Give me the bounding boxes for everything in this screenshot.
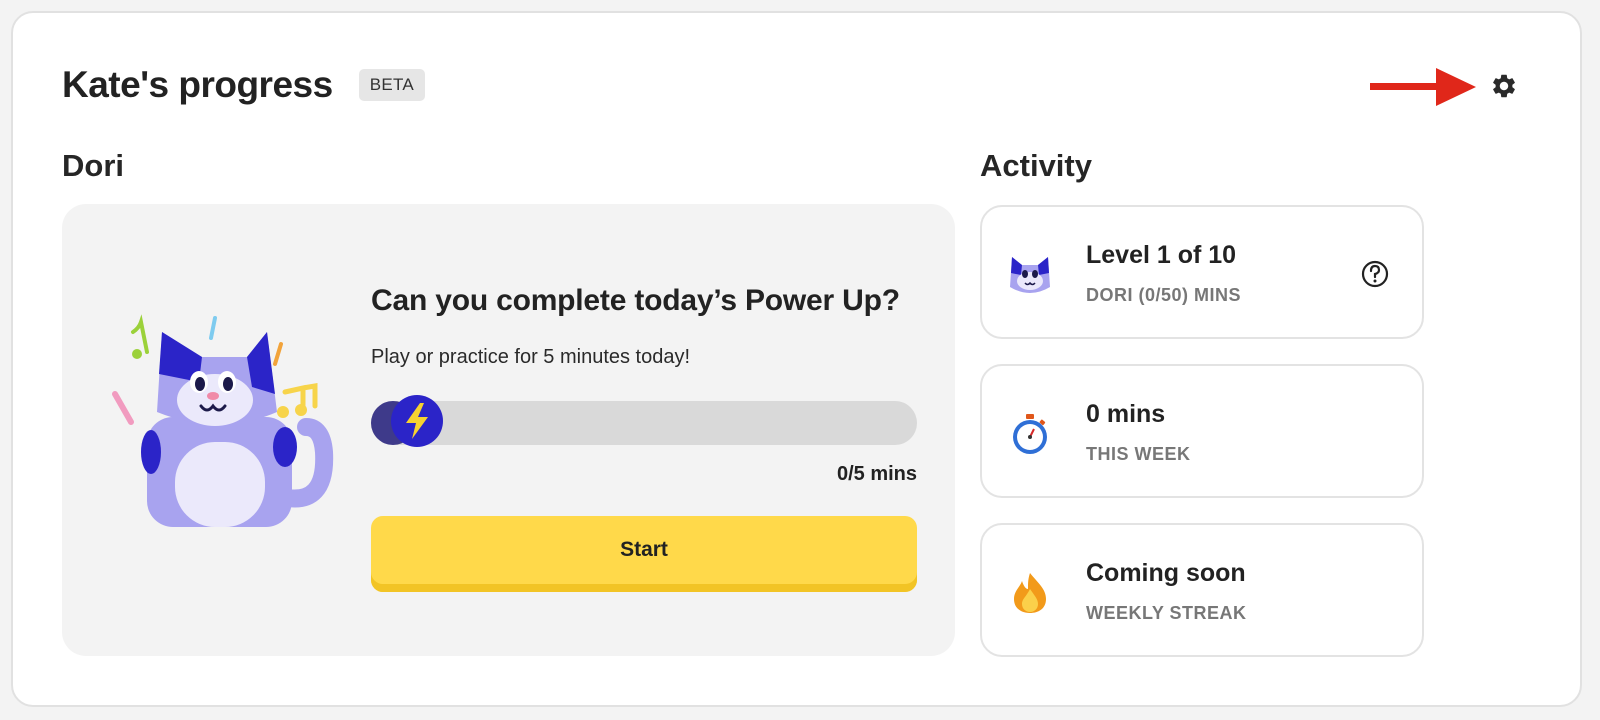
start-button[interactable]: Start xyxy=(371,516,917,592)
level-caption: DORI (0/50) MINS xyxy=(1086,285,1242,305)
activity-card-minutes: 0 mins THIS WEEK xyxy=(980,364,1424,498)
activity-section-title: Activity xyxy=(980,148,1092,183)
streak-caption: WEEKLY STREAK xyxy=(1086,603,1247,623)
header: Kate's progress BETA xyxy=(62,64,426,106)
annotation-arrow-icon xyxy=(1370,68,1476,106)
gear-icon[interactable] xyxy=(1490,72,1518,100)
page-title: Kate's progress xyxy=(62,64,333,105)
flame-icon xyxy=(1014,573,1046,613)
cat-avatar-icon xyxy=(1010,257,1050,293)
power-up-title: Can you complete today’s Power Up? xyxy=(371,284,900,317)
minutes-value: 0 mins xyxy=(1086,400,1166,428)
streak-value: Coming soon xyxy=(1086,559,1246,587)
dori-section-title: Dori xyxy=(62,148,124,183)
minutes-caption: THIS WEEK xyxy=(1086,444,1191,464)
activity-card-level: Level 1 of 10 DORI (0/50) MINS xyxy=(980,205,1424,339)
level-value: Level 1 of 10 xyxy=(1086,241,1237,269)
question-circle-icon[interactable] xyxy=(1360,259,1390,289)
beta-badge: BETA xyxy=(358,69,426,101)
lightning-bolt-icon xyxy=(391,395,443,447)
dori-cat-illustration xyxy=(112,314,334,527)
power-up-progress-bar xyxy=(371,395,917,447)
power-up-content: Can you complete today’s Power Up? Play … xyxy=(371,284,917,592)
progress-label: 0/5 mins xyxy=(836,463,917,485)
stopwatch-icon xyxy=(1013,414,1047,454)
power-up-card: Can you complete today’s Power Up? Play … xyxy=(62,204,955,656)
power-up-subtitle: Play or practice for 5 minutes today! xyxy=(371,346,691,368)
activity-card-streak: Coming soon WEEKLY STREAK xyxy=(980,523,1424,657)
